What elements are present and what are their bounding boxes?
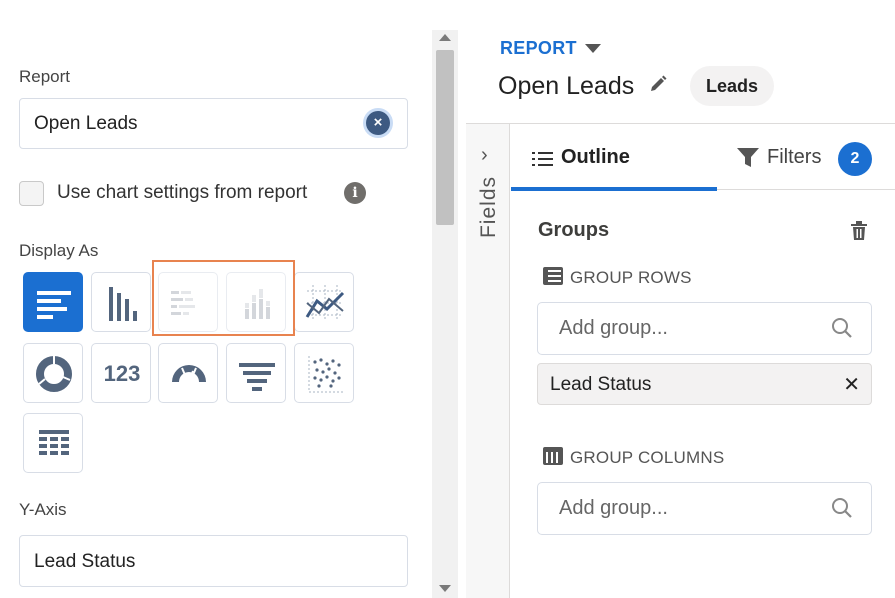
group-columns-label: GROUP COLUMNS — [570, 448, 725, 467]
report-field-label: Report — [19, 67, 71, 86]
report-builder-panel: REPORT Open Leads Leads › Fields Outline… — [466, 0, 895, 598]
scroll-thumb[interactable] — [436, 50, 454, 225]
search-icon — [832, 498, 852, 518]
use-chart-settings-checkbox[interactable] — [19, 181, 44, 206]
clear-icon[interactable]: × — [366, 111, 390, 135]
list-icon — [532, 152, 553, 166]
pencil-icon[interactable] — [648, 74, 668, 94]
caret-down-icon[interactable] — [585, 44, 601, 53]
active-tab-indicator — [511, 187, 717, 191]
group-row-item-label: Lead Status — [550, 374, 652, 395]
y-axis-field[interactable]: Lead Status — [19, 535, 408, 587]
scatter-chart-icon[interactable] — [294, 343, 354, 403]
group-columns-icon — [543, 447, 563, 465]
highlight-box — [152, 260, 295, 336]
group-rows-label: GROUP ROWS — [570, 268, 692, 287]
group-rows-placeholder: Add group... — [559, 317, 668, 339]
y-axis-value: Lead Status — [34, 551, 136, 572]
filter-icon — [737, 148, 759, 167]
vertical-bar-chart-icon[interactable] — [91, 272, 151, 332]
chevron-right-icon[interactable]: › — [481, 144, 488, 167]
scroll-down-arrow-icon[interactable] — [439, 585, 451, 592]
search-icon — [832, 318, 852, 338]
fields-label: Fields — [477, 175, 500, 239]
report-menu-button[interactable]: REPORT — [500, 38, 577, 59]
use-chart-settings-label: Use chart settings from report — [57, 182, 308, 203]
tab-bar: Outline Filters 2 — [511, 124, 895, 191]
filter-count-badge: 2 — [838, 142, 872, 176]
group-columns-placeholder: Add group... — [559, 497, 668, 519]
display-as-label: Display As — [19, 241, 99, 260]
table-icon[interactable] — [23, 413, 83, 473]
y-axis-label: Y-Axis — [19, 500, 67, 519]
group-rows-input[interactable]: Add group... — [537, 302, 872, 355]
group-row-item: Lead Status ✕ — [537, 363, 872, 405]
group-rows-icon — [543, 267, 563, 285]
metric-icon[interactable]: 123 — [91, 343, 151, 403]
chart-properties-panel: Report Open Leads × Use chart settings f… — [0, 0, 432, 598]
fields-panel-toggle[interactable]: › Fields — [466, 124, 510, 598]
report-field-value: Open Leads — [34, 113, 138, 134]
donut-chart-icon[interactable] — [23, 343, 83, 403]
report-field[interactable]: Open Leads × — [19, 98, 408, 149]
tab-outline-label: Outline — [561, 146, 630, 168]
tab-filters[interactable]: Filters 2 — [737, 124, 895, 190]
line-chart-icon[interactable] — [294, 272, 354, 332]
trash-icon[interactable] — [850, 221, 868, 241]
groups-heading: Groups — [538, 219, 610, 241]
group-columns-input[interactable]: Add group... — [537, 482, 872, 535]
scrollbar[interactable] — [432, 30, 458, 598]
scroll-up-arrow-icon[interactable] — [439, 34, 451, 41]
gauge-chart-icon[interactable] — [158, 343, 218, 403]
tab-outline[interactable]: Outline — [511, 124, 717, 191]
info-icon[interactable]: i — [344, 182, 366, 204]
tab-filters-label: Filters — [767, 146, 822, 168]
report-type-badge: Leads — [690, 66, 775, 106]
report-title: Open Leads — [498, 72, 635, 100]
remove-icon[interactable]: ✕ — [843, 372, 860, 397]
funnel-chart-icon[interactable] — [226, 343, 286, 403]
horizontal-bar-chart-icon[interactable] — [23, 272, 83, 332]
